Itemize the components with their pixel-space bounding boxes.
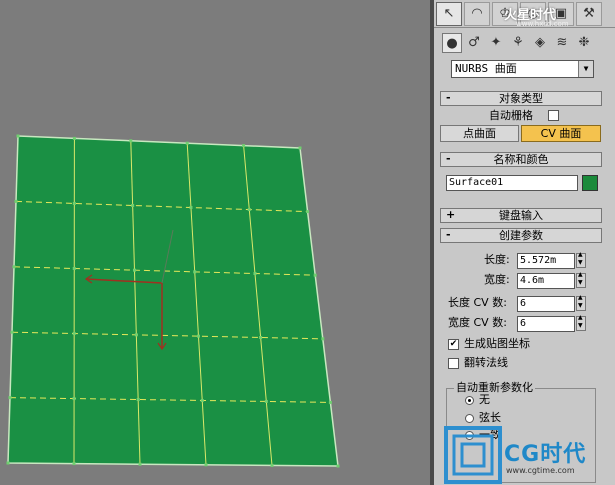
cv-point[interactable]: [306, 210, 310, 214]
cv-point[interactable]: [313, 273, 317, 277]
cv-point[interactable]: [259, 335, 263, 339]
point-surface-button[interactable]: 点曲面: [440, 125, 519, 142]
cv-point[interactable]: [321, 337, 325, 341]
object-category-dropdown[interactable]: NURBS 曲面 ▼: [451, 60, 594, 78]
gen-mapping-checkbox[interactable]: ✔: [448, 339, 459, 350]
width-cv-spinner[interactable]: [576, 314, 586, 331]
cv-point[interactable]: [189, 206, 193, 210]
cv-point[interactable]: [10, 330, 14, 334]
watermark-url: www.hxsd.com: [516, 20, 569, 28]
cv-surface-button[interactable]: CV 曲面: [521, 125, 601, 142]
cv-point[interactable]: [328, 400, 332, 404]
cv-point[interactable]: [193, 270, 197, 274]
cv-point[interactable]: [204, 463, 208, 467]
modify-tab-icon[interactable]: ◠: [464, 2, 490, 26]
cgtime-logo-icon: [444, 426, 502, 484]
cv-point[interactable]: [298, 146, 302, 150]
utilities-tab-icon[interactable]: ⚒: [576, 2, 602, 26]
cv-point[interactable]: [12, 265, 16, 269]
cv-point[interactable]: [72, 397, 76, 401]
create-tab-icon[interactable]: ↖: [436, 2, 462, 26]
shapes-icon[interactable]: ♂: [464, 33, 484, 53]
cgtime-logo: CG时代 www.cgtime.com: [440, 422, 615, 485]
cv-point[interactable]: [247, 208, 251, 212]
object-color-swatch[interactable]: [582, 175, 598, 191]
cv-point[interactable]: [136, 398, 140, 402]
auto-grid-checkbox[interactable]: [548, 110, 559, 121]
cv-point[interactable]: [72, 266, 76, 270]
cv-point[interactable]: [185, 141, 189, 145]
cv-point[interactable]: [270, 463, 274, 467]
length-cv-spinner[interactable]: [576, 294, 586, 311]
command-panel-tabs: ↖ ◠ ♔ ◎ ▣ ⚒ 火星时代 www.hxsd.com: [434, 0, 615, 28]
rollout-object-type[interactable]: - 对象类型: [440, 91, 602, 106]
cv-point[interactable]: [129, 139, 133, 143]
cgtime-logo-text: CG时代: [504, 442, 587, 467]
length-cv-label: 长度 CV 数:: [448, 296, 507, 309]
rollout-title: 名称和颜色: [493, 153, 549, 166]
cv-point[interactable]: [131, 203, 135, 207]
perspective-viewport[interactable]: [0, 0, 430, 485]
reparam-none-label: 无: [479, 393, 490, 406]
cgtime-logo-url: www.cgtime.com: [506, 466, 575, 475]
rollout-keyboard-entry[interactable]: + 键盘输入: [440, 208, 602, 223]
nurbs-surface: [7, 135, 339, 467]
cv-point[interactable]: [72, 332, 76, 336]
object-name-input[interactable]: Surface01: [446, 175, 578, 191]
cv-point[interactable]: [72, 201, 76, 205]
length-spinner[interactable]: [576, 251, 586, 268]
systems-icon[interactable]: ❉: [574, 33, 594, 53]
nurbs-surface-canvas[interactable]: [0, 0, 430, 485]
cv-point[interactable]: [242, 144, 246, 148]
cv-point[interactable]: [72, 136, 76, 140]
reparam-group-label: 自动重新参数化: [454, 381, 535, 395]
cv-point[interactable]: [132, 268, 136, 272]
width-cv-label: 宽度 CV 数:: [448, 316, 507, 329]
reparam-none-radio[interactable]: [465, 396, 474, 405]
cv-point[interactable]: [196, 334, 200, 338]
flip-normals-checkbox[interactable]: [448, 358, 459, 369]
geometry-icon[interactable]: ●: [442, 33, 462, 53]
gen-mapping-label: 生成贴图坐标: [464, 337, 530, 350]
cv-point[interactable]: [138, 462, 142, 466]
dropdown-value: NURBS 曲面: [455, 62, 517, 75]
space-warps-icon[interactable]: ≋: [552, 33, 572, 53]
cv-point[interactable]: [134, 333, 138, 337]
rollout-creation-params[interactable]: - 创建参数: [440, 228, 602, 243]
length-cv-input[interactable]: 6: [517, 296, 575, 312]
cv-point[interactable]: [264, 399, 268, 403]
command-panel: ↖ ◠ ♔ ◎ ▣ ⚒ 火星时代 www.hxsd.com ● ♂ ✦ ⚘ ◈ …: [434, 0, 615, 485]
auto-grid-label: 自动栅格: [489, 109, 533, 122]
cv-point[interactable]: [336, 464, 340, 468]
rollout-title: 对象类型: [499, 92, 543, 105]
rollout-title: 创建参数: [499, 229, 543, 242]
cv-point[interactable]: [200, 398, 204, 402]
length-label: 长度:: [484, 253, 510, 266]
rollout-name-color[interactable]: - 名称和颜色: [440, 152, 602, 167]
width-label: 宽度:: [484, 273, 510, 286]
cv-point[interactable]: [14, 199, 18, 203]
lights-icon[interactable]: ✦: [486, 33, 506, 53]
chevron-down-icon[interactable]: ▼: [578, 61, 593, 77]
helpers-icon[interactable]: ◈: [530, 33, 550, 53]
width-spinner[interactable]: [576, 271, 586, 288]
width-input[interactable]: 4.6m: [517, 273, 575, 289]
category-icons: ● ♂ ✦ ⚘ ◈ ≋ ❉: [434, 30, 615, 56]
cv-point[interactable]: [8, 396, 12, 400]
rollout-title: 键盘输入: [499, 209, 543, 222]
cameras-icon[interactable]: ⚘: [508, 33, 528, 53]
flip-normals-label: 翻转法线: [464, 356, 508, 369]
cv-point[interactable]: [253, 272, 257, 276]
cv-point[interactable]: [72, 462, 76, 466]
width-cv-input[interactable]: 6: [517, 316, 575, 332]
length-input[interactable]: 5.572m: [517, 253, 575, 269]
cv-point[interactable]: [6, 461, 10, 465]
cv-point[interactable]: [16, 134, 20, 138]
